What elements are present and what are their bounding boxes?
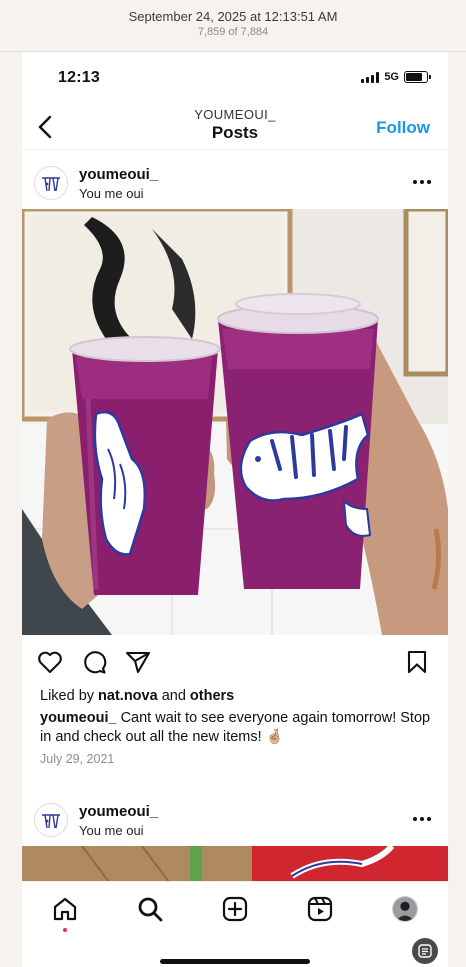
- post-username-2[interactable]: youmeoui_: [79, 803, 158, 820]
- text-scan-icon: [418, 944, 432, 958]
- status-time: 12:13: [58, 69, 100, 86]
- share-button[interactable]: [123, 648, 153, 676]
- likes-prefix: Liked by: [40, 688, 99, 704]
- post-location[interactable]: You me oui: [79, 186, 144, 201]
- post-location-2[interactable]: You me oui: [79, 823, 144, 838]
- avatar-2[interactable]: [34, 803, 68, 837]
- post-actions: [22, 644, 448, 680]
- avatar[interactable]: [34, 166, 68, 200]
- profile-avatar-icon: [393, 897, 417, 921]
- network-label: 5G: [384, 71, 399, 83]
- send-icon: [125, 651, 151, 674]
- reels-icon: [307, 896, 333, 922]
- phone-screen: 12:13 5G YOUMEOUI_ Posts Follow youmeoui…: [22, 52, 448, 967]
- battery-icon: [404, 71, 431, 83]
- brand-logo-icon: [42, 177, 60, 192]
- save-button[interactable]: [402, 648, 432, 676]
- comment-button[interactable]: [79, 648, 109, 676]
- tab-new-post[interactable]: [220, 894, 250, 924]
- more-options-button[interactable]: [408, 170, 436, 194]
- likes-user-link[interactable]: nat.nova: [98, 688, 158, 704]
- home-icon: [53, 897, 77, 921]
- status-icons: 5G: [361, 71, 431, 83]
- live-text-button[interactable]: [412, 938, 438, 964]
- post-image-2[interactable]: [22, 846, 448, 886]
- post-image[interactable]: [22, 209, 448, 635]
- likes-mid: and: [157, 688, 190, 704]
- photo-counter: 7,859 of 7,884: [197, 26, 269, 38]
- likes-text: Liked by nat.nova and others: [40, 688, 234, 704]
- post-username[interactable]: youmeoui_: [79, 166, 158, 183]
- photo-timestamp: September 24, 2025 at 12:13:51 AM: [128, 9, 338, 24]
- tab-profile[interactable]: [392, 896, 418, 922]
- like-button[interactable]: [35, 648, 65, 676]
- search-icon: [138, 897, 163, 922]
- photo-viewer-header: September 24, 2025 at 12:13:51 AM 7,859 …: [0, 0, 466, 52]
- bookmark-icon: [407, 650, 427, 674]
- home-indicator[interactable]: [160, 959, 310, 964]
- post-2-photo: [22, 846, 448, 886]
- comment-icon: [84, 651, 107, 674]
- likes-others-link[interactable]: others: [190, 688, 234, 704]
- notification-dot: [63, 928, 67, 932]
- tab-bar: [22, 881, 448, 967]
- status-bar: 12:13 5G: [22, 52, 448, 104]
- tab-search[interactable]: [135, 894, 165, 924]
- post-header: youmeoui_ You me oui: [22, 156, 448, 212]
- new-post-icon: [222, 896, 248, 922]
- tab-home[interactable]: [50, 894, 80, 924]
- post-header-2: youmeoui_ You me oui: [22, 793, 448, 849]
- drinks-photo: [22, 209, 448, 635]
- tab-reels[interactable]: [305, 894, 335, 924]
- heart-icon: [38, 651, 62, 674]
- caption-username[interactable]: youmeoui_: [40, 710, 117, 726]
- brand-logo-icon: [42, 814, 60, 829]
- post-date: July 29, 2021: [40, 752, 115, 766]
- post-caption: youmeoui_ Cant wait to see everyone agai…: [40, 709, 440, 747]
- more-options-button-2[interactable]: [408, 807, 436, 831]
- nav-bar: YOUMEOUI_ Posts Follow: [22, 104, 448, 150]
- follow-button[interactable]: Follow: [376, 118, 430, 138]
- signal-icon: [361, 71, 380, 83]
